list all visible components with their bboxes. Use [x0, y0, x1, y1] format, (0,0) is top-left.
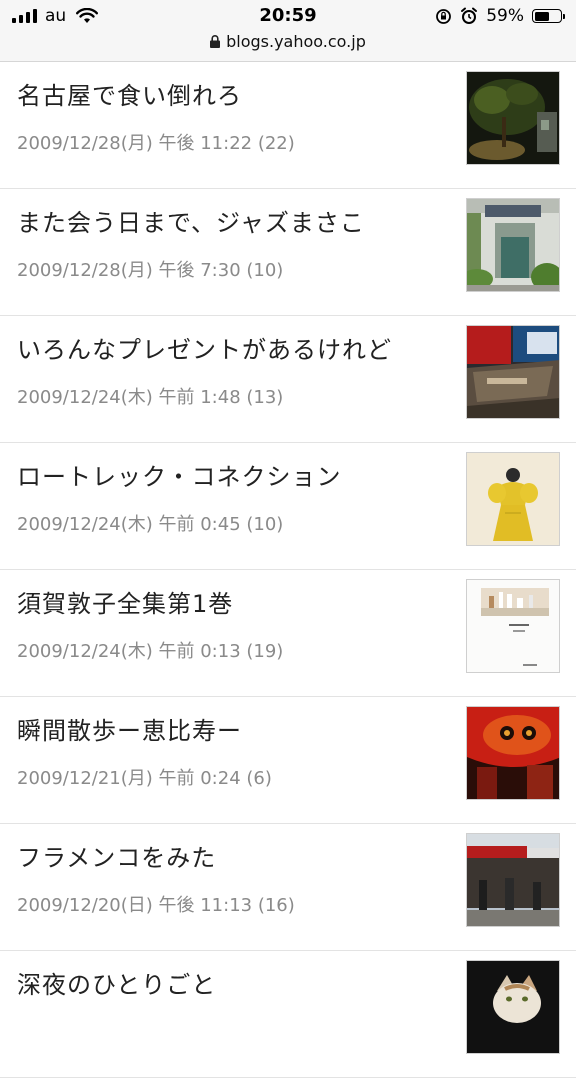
garden-at-night-photo[interactable]	[466, 71, 560, 165]
lock-icon	[210, 35, 221, 48]
list-item[interactable]: フラメンコをみた 2009/12/20(日) 午後 11:13 (16)	[0, 824, 576, 951]
article-title[interactable]: いろんなプレゼントがあるけれど	[17, 330, 392, 365]
article-title[interactable]: 深夜のひとりごと	[17, 965, 216, 1000]
article-list: 名古屋で食い倒れろ 2009/12/28(月) 午後 11:22 (22) また…	[0, 62, 576, 1078]
list-item[interactable]: いろんなプレゼントがあるけれど 2009/12/24(木) 午前 1:48 (1…	[0, 316, 576, 443]
battery-icon	[532, 9, 565, 23]
status-right: 59%	[435, 6, 565, 26]
article-title[interactable]: 名古屋で食い倒れろ	[17, 76, 242, 111]
book-cover[interactable]	[466, 579, 560, 673]
article-meta: 2009/12/24(木) 午前 0:13 (19)	[17, 641, 284, 662]
list-item[interactable]: また会う日まで、ジャズまさこ 2009/12/28(月) 午後 7:30 (10…	[0, 189, 576, 316]
article-meta: 2009/12/28(月) 午後 7:30 (10)	[17, 260, 284, 281]
list-item[interactable]: 深夜のひとりごと	[0, 951, 576, 1078]
article-meta: 2009/12/28(月) 午後 11:22 (22)	[17, 133, 295, 154]
yellow-dress-poster[interactable]	[466, 452, 560, 546]
article-meta: 2009/12/20(日) 午後 11:13 (16)	[17, 895, 295, 916]
battery-fill	[534, 11, 550, 21]
list-item[interactable]: 名古屋で食い倒れろ 2009/12/28(月) 午後 11:22 (22)	[0, 62, 576, 189]
article-title[interactable]: 瞬間散歩ー恵比寿ー	[17, 711, 242, 746]
article-meta: 2009/12/24(木) 午前 0:45 (10)	[17, 514, 284, 535]
rotation-lock-icon	[436, 8, 452, 24]
battery-percent: 59%	[486, 6, 524, 26]
street-scene-photo[interactable]	[466, 833, 560, 927]
address-bar[interactable]: blogs.yahoo.co.jp	[0, 32, 576, 51]
cat-photo[interactable]	[466, 960, 560, 1054]
red-lantern-photo[interactable]	[466, 706, 560, 800]
cafe-storefront-photo[interactable]	[466, 198, 560, 292]
alarm-icon	[461, 7, 478, 24]
status-bar: au 20:59 59% blogs.yahoo.co.jp	[0, 0, 576, 62]
article-title[interactable]: フラメンコをみた	[17, 838, 216, 873]
url-text: blogs.yahoo.co.jp	[226, 32, 366, 51]
article-title[interactable]: ロートレック・コネクション	[17, 457, 342, 492]
list-item[interactable]: ロートレック・コネクション 2009/12/24(木) 午前 0:45 (10)	[0, 443, 576, 570]
list-item[interactable]: 須賀敦子全集第1巻 2009/12/24(木) 午前 0:13 (19)	[0, 570, 576, 697]
list-item[interactable]: 瞬間散歩ー恵比寿ー 2009/12/21(月) 午前 0:24 (6)	[0, 697, 576, 824]
books-photo[interactable]	[466, 325, 560, 419]
article-title[interactable]: また会う日まで、ジャズまさこ	[17, 203, 365, 238]
article-title[interactable]: 須賀敦子全集第1巻	[17, 584, 233, 619]
article-meta: 2009/12/21(月) 午前 0:24 (6)	[17, 768, 272, 789]
article-meta: 2009/12/24(木) 午前 1:48 (13)	[17, 387, 284, 408]
